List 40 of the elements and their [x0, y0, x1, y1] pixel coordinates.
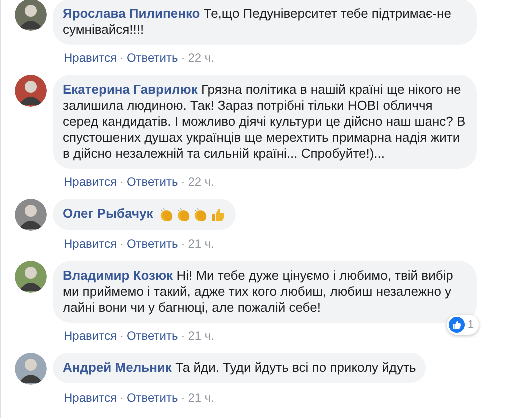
clapping-hands-icon [158, 206, 175, 223]
separator-dot: · [120, 51, 124, 65]
author-link[interactable]: Олег Рыбачук [63, 206, 154, 221]
comment-text: Ярослава Пилипенко Те,що Педуніверситет тебе підтримає-не сумнівайся!!!! [63, 6, 452, 38]
avatar-icon[interactable] [15, 353, 47, 385]
avatar-icon[interactable] [15, 199, 47, 231]
reaction-count: 1 [468, 318, 474, 333]
reply-link[interactable]: Ответить [126, 329, 178, 343]
like-link[interactable]: Нравится [64, 51, 117, 65]
separator-dot: · [181, 329, 186, 343]
separator-dot: · [181, 51, 186, 65]
thumbs-up-icon [210, 206, 226, 223]
like-link[interactable]: Нравится [64, 237, 117, 251]
like-icon [448, 317, 465, 333]
reply-link[interactable]: Ответить [126, 391, 178, 405]
avatar-icon[interactable] [15, 261, 47, 293]
like-link[interactable]: Нравится [64, 175, 117, 189]
avatar-icon[interactable] [15, 75, 47, 107]
avatar-icon[interactable] [15, 0, 47, 31]
separator-dot: · [181, 391, 186, 405]
separator-dot: · [120, 329, 124, 343]
comment-text: Екатерина Гаврилюк Грязна політика в нашій країні ще нікого не залишила людиною. Так! Зараз потрібні тільки НОВІ обличчя серед кандидатів. І можливо діячі культури це дійсно наш шанс? В спустошених душах українців ще мерехтить примарна надія жити в дійсно незалежній та сильній країні... Спробуйте!)... [63, 82, 467, 162]
author-link[interactable]: Ярослава Пилипенко [63, 6, 200, 21]
clapping-hands-icon [192, 206, 209, 223]
comment-text: Владимир Козюк Ні! Ми тебе дуже цінуємо і любимо, твій вибір ми приймемо і такий, адже тих кого любиш, любиш незалежно у лайні вони чи у багнюці, але пожалій себе! [63, 268, 454, 316]
separator-dot: · [120, 391, 124, 405]
author-link[interactable]: Владимир Козюк [63, 268, 174, 283]
separator-dot: · [181, 237, 186, 251]
reply-link[interactable]: Ответить [126, 175, 178, 189]
like-link[interactable]: Нравится [64, 329, 117, 343]
clapping-hands-icon [176, 206, 192, 223]
like-link[interactable]: Нравится [64, 391, 117, 405]
separator-dot: · [181, 175, 186, 189]
author-link[interactable]: Екатерина Гаврилюк [63, 82, 198, 97]
reply-link[interactable]: Ответить [126, 237, 178, 251]
comment-text: Андрей Мельник Та йди. Туди йдуть всі по приколу йдуть [63, 360, 416, 376]
separator-dot: · [120, 237, 124, 251]
author-link[interactable]: Андрей Мельник [63, 360, 172, 375]
separator-dot: · [120, 175, 124, 189]
reply-link[interactable]: Ответить [126, 51, 178, 65]
